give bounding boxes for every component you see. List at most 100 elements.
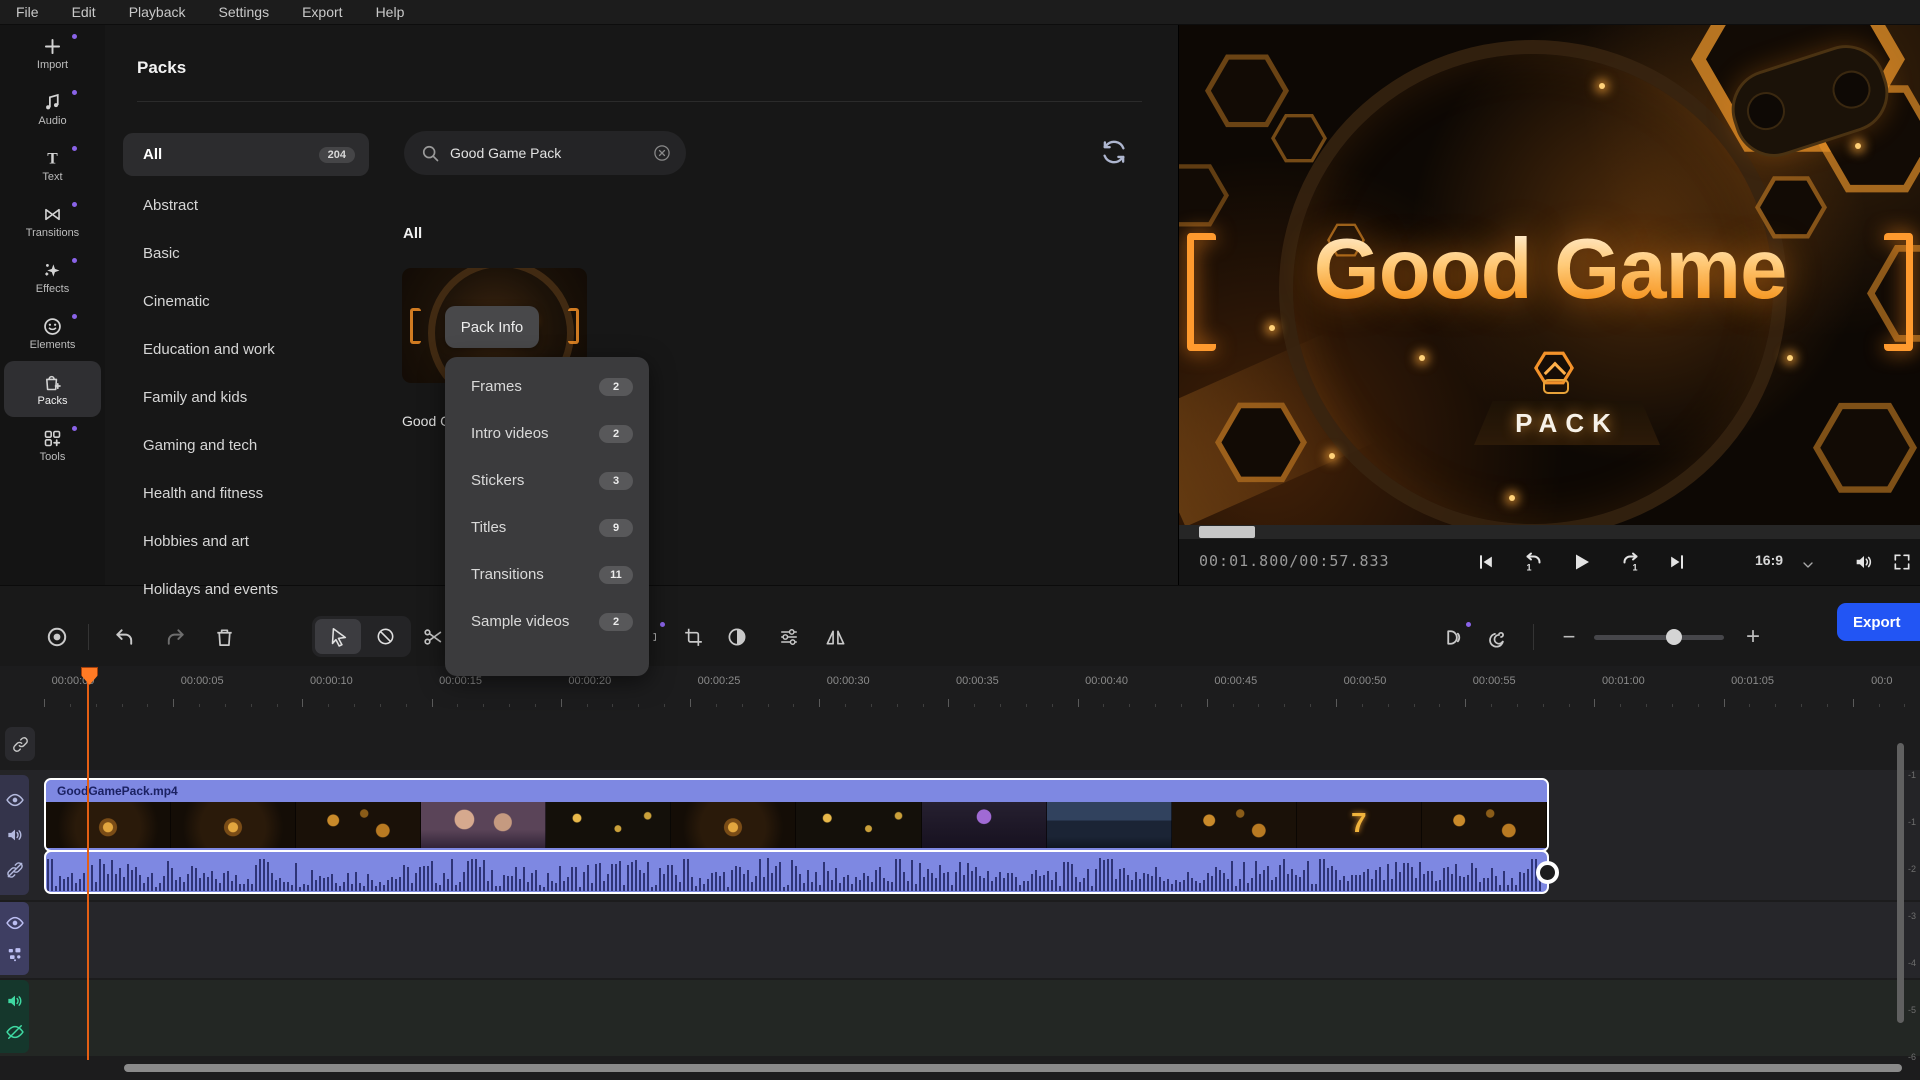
menu-item-settings[interactable]: Settings [203, 4, 287, 20]
playhead-line[interactable] [87, 668, 89, 1060]
unlink-icon[interactable] [5, 860, 25, 880]
eye-off-icon[interactable] [5, 1022, 25, 1042]
ruler-tick-major [1336, 699, 1337, 707]
jump-back-1s-icon[interactable] [1517, 547, 1547, 577]
vertical-scrollbar[interactable] [1897, 743, 1904, 1023]
ruler-tick-minor [1414, 704, 1415, 707]
ruler-tick-major [1724, 699, 1725, 707]
preview-scrubber[interactable] [1179, 525, 1920, 539]
sidebar-item-tools[interactable]: Tools [4, 417, 101, 473]
sidebar-item-transitions[interactable]: Transitions [4, 193, 101, 249]
voice-tools-icon[interactable] [1440, 624, 1466, 650]
clear-search-icon[interactable] [652, 143, 672, 163]
db-mark: -4 [1908, 958, 1916, 968]
sidebar-item-effects[interactable]: Effects [4, 249, 101, 305]
ruler-tick-minor [1155, 704, 1156, 707]
record-icon[interactable] [44, 624, 70, 650]
preview-scrubber-thumb[interactable] [1199, 526, 1255, 538]
ruler-tick-minor [122, 704, 123, 707]
menu-item-export[interactable]: Export [286, 4, 359, 20]
speaker-icon[interactable] [5, 991, 25, 1011]
fullscreen-icon[interactable] [1887, 547, 1917, 577]
audio-clip[interactable] [44, 850, 1549, 894]
export-label: Export [1853, 614, 1901, 631]
category-label: Abstract [143, 197, 198, 214]
menu-item-edit[interactable]: Edit [56, 4, 113, 20]
link-toggle[interactable] [5, 727, 35, 761]
contrast-icon[interactable] [724, 624, 750, 650]
horizontal-scrollbar[interactable] [124, 1064, 1902, 1072]
adjust-sliders-icon[interactable] [776, 624, 802, 650]
skip-start-icon[interactable] [1471, 547, 1501, 577]
curves-icon[interactable] [1487, 624, 1513, 650]
split-scissors-icon[interactable] [420, 624, 446, 650]
ruler-tick-minor [1103, 704, 1104, 707]
aspect-ratio-select[interactable]: 16:9 [1755, 552, 1783, 568]
ruler-label: 00:00:45 [1214, 675, 1257, 687]
tools-icon [42, 428, 63, 449]
eye-icon[interactable] [5, 790, 25, 810]
clip-trim-handle[interactable] [1536, 861, 1559, 884]
sidebar-item-audio[interactable]: Audio [4, 81, 101, 137]
skip-end-icon[interactable] [1662, 547, 1692, 577]
sidebar-item-label: Import [37, 59, 68, 71]
ruler-tick-minor [483, 704, 484, 707]
jump-forward-1s-icon[interactable] [1617, 547, 1647, 577]
undo-icon[interactable] [111, 624, 137, 650]
video-clip[interactable]: GoodGamePack.mp4 7 [44, 778, 1549, 852]
category-basic[interactable]: Basic [123, 229, 369, 277]
category-list: All204 Abstract BasicCinematicEducation an… [123, 133, 369, 613]
disable-select-icon[interactable] [362, 619, 408, 654]
sidebar-item-text[interactable]: Text [4, 137, 101, 193]
category-holidays-and-events[interactable]: Holidays and events [123, 565, 369, 613]
ruler-label: 00:00:35 [956, 675, 999, 687]
ruler-tick-minor [1904, 704, 1905, 707]
category-education-and-work[interactable]: Education and work [123, 325, 369, 373]
playback-controls: 00:01.800/00:57.833 16:9 [1179, 539, 1920, 585]
clip-thumbnail [171, 802, 296, 848]
category-all[interactable]: All204 [123, 133, 369, 176]
category-family-and-kids[interactable]: Family and kids [123, 373, 369, 421]
ruler-tick-minor [638, 704, 639, 707]
notification-dot [72, 426, 77, 431]
play-icon[interactable] [1566, 547, 1596, 577]
volume-icon[interactable] [1849, 547, 1879, 577]
packs-panel: Packs All204AbstractBasicCinematicEducat… [105, 25, 1178, 585]
category-hobbies-and-art[interactable]: Hobbies and art [123, 517, 369, 565]
crop-icon[interactable] [680, 624, 706, 650]
video-preview[interactable]: Good Game PACK [1179, 25, 1920, 525]
menu-item-file[interactable]: File [0, 4, 56, 20]
export-button[interactable]: Export [1837, 603, 1920, 641]
hidden-toolbar-icon[interactable] [648, 624, 658, 650]
menu-item-help[interactable]: Help [360, 4, 422, 20]
ruler-tick-minor [742, 704, 743, 707]
db-mark: -1 [1908, 770, 1916, 780]
sticker-pieces-icon[interactable] [5, 944, 25, 964]
chevron-down-icon[interactable] [1793, 550, 1823, 580]
redo-icon[interactable] [162, 624, 188, 650]
category-gaming-and-tech[interactable]: Gaming and tech [123, 421, 369, 469]
sidebar-item-elements[interactable]: Elements [4, 305, 101, 361]
delete-icon[interactable] [211, 624, 237, 650]
pack-info-count-badge: 2 [599, 425, 633, 443]
refresh-button[interactable] [1099, 137, 1131, 169]
timeline-zoom-slider[interactable] [1594, 635, 1724, 640]
category-abstract[interactable]: Abstract [123, 181, 369, 229]
ruler-tick-major [44, 699, 45, 707]
eye-icon[interactable] [5, 913, 25, 933]
zoom-out-icon[interactable]: − [1556, 624, 1582, 650]
pack-info-button[interactable]: Pack Info [445, 306, 539, 348]
category-health-and-fitness[interactable]: Health and fitness [123, 469, 369, 517]
sidebar-item-import[interactable]: Import [4, 25, 101, 81]
clip-thumbnail [1422, 802, 1547, 848]
sidebar-item-packs[interactable]: Packs [4, 361, 101, 417]
zoom-in-icon[interactable]: + [1740, 624, 1766, 650]
menu-item-playback[interactable]: Playback [113, 4, 203, 20]
mirror-icon[interactable] [822, 624, 848, 650]
category-label: Hobbies and art [143, 533, 249, 550]
zoom-slider-thumb[interactable] [1666, 629, 1682, 645]
category-cinematic[interactable]: Cinematic [123, 277, 369, 325]
search-input[interactable]: Good Game Pack [404, 131, 686, 175]
cursor-tool-icon[interactable] [315, 619, 361, 654]
speaker-icon[interactable] [5, 825, 25, 845]
